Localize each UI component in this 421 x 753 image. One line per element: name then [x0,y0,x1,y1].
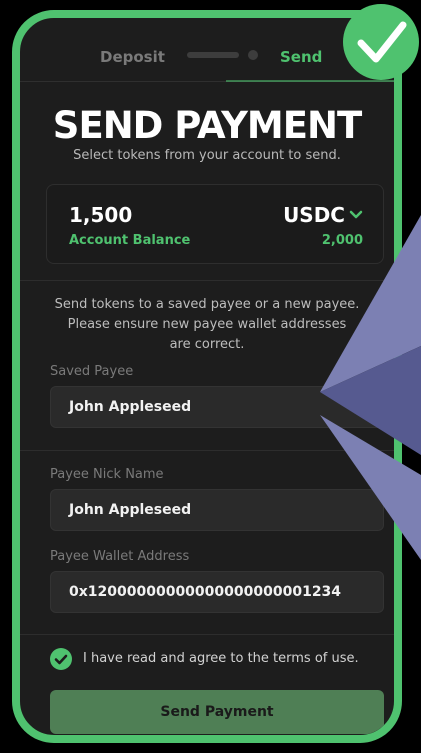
wallet-address-input[interactable]: 0x12000000000000000000001234 [50,571,384,613]
saved-payee-label: Saved Payee [50,364,134,379]
terms-label: I have read and agree to the terms of us… [83,651,359,666]
notch-camera [248,50,258,60]
page-subtitle: Select tokens from your account to send. [73,148,341,163]
section-divider [20,634,394,635]
terms-checkbox[interactable] [50,648,72,670]
tab-deposit[interactable]: Deposit [100,48,165,66]
balance-amount: 1,500 [69,203,133,227]
payee-nickname-label: Payee Nick Name [50,467,164,482]
tab-send[interactable]: Send [280,48,322,66]
page-title: SEND PAYMENT [52,104,362,147]
notch-bar [187,52,239,58]
checkmark-badge-icon [343,4,419,80]
send-payment-button[interactable]: Send Payment [50,690,384,734]
balance-label: Account Balance [69,233,191,248]
ethereum-logo-icon [320,215,421,560]
wallet-address-label: Payee Wallet Address [50,549,190,564]
tab-bar: Deposit Send [20,18,394,82]
